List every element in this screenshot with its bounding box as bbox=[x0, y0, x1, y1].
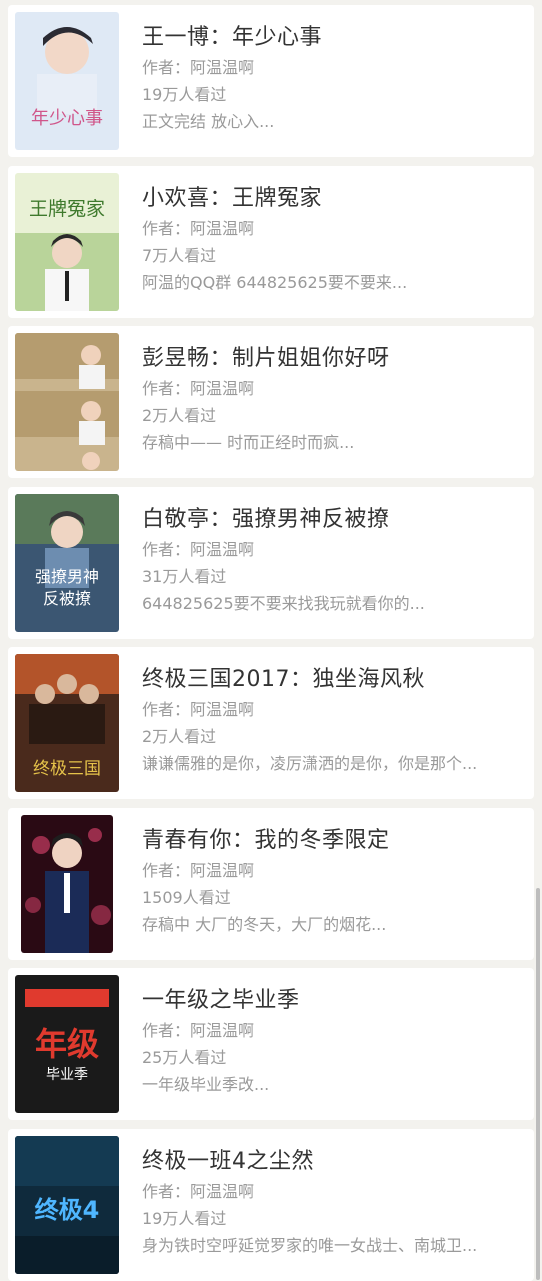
book-card[interactable]: 强撩男神 反被撩 白敬亭：强撩男神反被撩 作者：阿温温啊 31万人看过 6448… bbox=[8, 487, 534, 639]
svg-text:终极三国: 终极三国 bbox=[33, 759, 101, 779]
book-cover-image[interactable]: 年级 毕业季 bbox=[15, 975, 119, 1113]
book-author: 作者：阿温温啊 bbox=[142, 1182, 255, 1201]
book-title[interactable]: 一年级之毕业季 bbox=[142, 986, 520, 1016]
book-cover-image[interactable]: 年少心事 bbox=[15, 12, 119, 150]
book-author: 作者：阿温温啊 bbox=[142, 861, 255, 880]
book-description: 644825625要不要来找我玩就看你的... bbox=[142, 594, 425, 613]
book-views: 1509人看过 bbox=[142, 888, 231, 907]
book-card[interactable]: 青春有你：我的冬季限定 作者：阿温温啊 1509人看过 存稿中 大厂的冬天，大厂… bbox=[8, 808, 534, 960]
cover-title-art: 年少心事 bbox=[31, 108, 103, 129]
book-author: 作者：阿温温啊 bbox=[142, 58, 255, 77]
book-title[interactable]: 小欢喜：王牌冤家 bbox=[142, 184, 520, 214]
book-card[interactable]: 年级 毕业季 一年级之毕业季 作者：阿温温啊 25万人看过 一年级毕业季改... bbox=[8, 968, 534, 1120]
book-description: 一年级毕业季改... bbox=[142, 1075, 270, 1094]
book-description: 身为铁时空呼延觉罗家的唯一女战士、南城卫... bbox=[142, 1236, 478, 1255]
book-card[interactable]: 彭昱畅：制片姐姐你好呀 作者：阿温温啊 2万人看过 存稿中—— 时而正经时而疯.… bbox=[8, 326, 534, 478]
book-author: 作者：阿温温啊 bbox=[142, 379, 255, 398]
book-cover-image[interactable]: 终极三国 bbox=[15, 654, 119, 792]
book-card[interactable]: 终极4 终极一班4之尘然 作者：阿温温啊 19万人看过 身为铁时空呼延觉罗家的唯… bbox=[8, 1129, 534, 1281]
book-cover-image[interactable]: 终极4 bbox=[15, 1136, 119, 1274]
book-cover-image[interactable]: 王牌冤家 bbox=[15, 173, 119, 311]
book-author: 作者：阿温温啊 bbox=[142, 219, 255, 238]
book-title[interactable]: 终极一班4之尘然 bbox=[142, 1147, 520, 1177]
book-description: 存稿中 大厂的冬天，大厂的烟花... bbox=[142, 915, 387, 934]
book-views: 25万人看过 bbox=[142, 1048, 227, 1067]
book-views: 19万人看过 bbox=[142, 1209, 227, 1228]
book-author: 作者：阿温温啊 bbox=[142, 540, 255, 559]
svg-text:反被撩: 反被撩 bbox=[43, 589, 91, 608]
book-card[interactable]: 终极三国 终极三国2017：独坐海风秋 作者：阿温温啊 2万人看过 谦谦儒雅的是… bbox=[8, 647, 534, 799]
svg-text:终极4: 终极4 bbox=[35, 1196, 100, 1224]
book-title[interactable]: 白敬亭：强撩男神反被撩 bbox=[142, 505, 520, 535]
book-author: 作者：阿温温啊 bbox=[142, 1021, 255, 1040]
book-description: 阿温的QQ群 644825625要不要来... bbox=[142, 273, 408, 292]
svg-text:毕业季: 毕业季 bbox=[46, 1067, 88, 1083]
book-card[interactable]: 年少心事 王一博：年少心事 作者：阿温温啊 19万人看过 正文完结 放心入... bbox=[8, 5, 534, 157]
svg-text:王牌冤家: 王牌冤家 bbox=[29, 198, 105, 220]
book-title[interactable]: 青春有你：我的冬季限定 bbox=[142, 826, 520, 856]
book-title[interactable]: 终极三国2017：独坐海风秋 bbox=[142, 665, 520, 695]
svg-text:强撩男神: 强撩男神 bbox=[35, 567, 99, 586]
book-cover-image[interactable]: 强撩男神 反被撩 bbox=[15, 494, 119, 632]
book-description: 谦谦儒雅的是你，凌厉潇洒的是你，你是那个... bbox=[142, 754, 478, 773]
scrollbar[interactable] bbox=[536, 888, 540, 1280]
svg-text:年级: 年级 bbox=[35, 1025, 99, 1063]
book-title[interactable]: 王一博：年少心事 bbox=[142, 23, 520, 53]
book-views: 2万人看过 bbox=[142, 406, 217, 425]
book-views: 31万人看过 bbox=[142, 567, 227, 586]
book-views: 7万人看过 bbox=[142, 246, 217, 265]
book-cover-image[interactable] bbox=[21, 815, 113, 953]
book-title[interactable]: 彭昱畅：制片姐姐你好呀 bbox=[142, 344, 520, 374]
book-cover-image[interactable] bbox=[15, 333, 119, 471]
book-views: 19万人看过 bbox=[142, 85, 227, 104]
book-views: 2万人看过 bbox=[142, 727, 217, 746]
book-description: 存稿中—— 时而正经时而疯... bbox=[142, 433, 355, 452]
book-author: 作者：阿温温啊 bbox=[142, 700, 255, 719]
book-card[interactable]: 王牌冤家 小欢喜：王牌冤家 作者：阿温温啊 7万人看过 阿温的QQ群 64482… bbox=[8, 166, 534, 318]
book-description: 正文完结 放心入... bbox=[142, 112, 275, 131]
